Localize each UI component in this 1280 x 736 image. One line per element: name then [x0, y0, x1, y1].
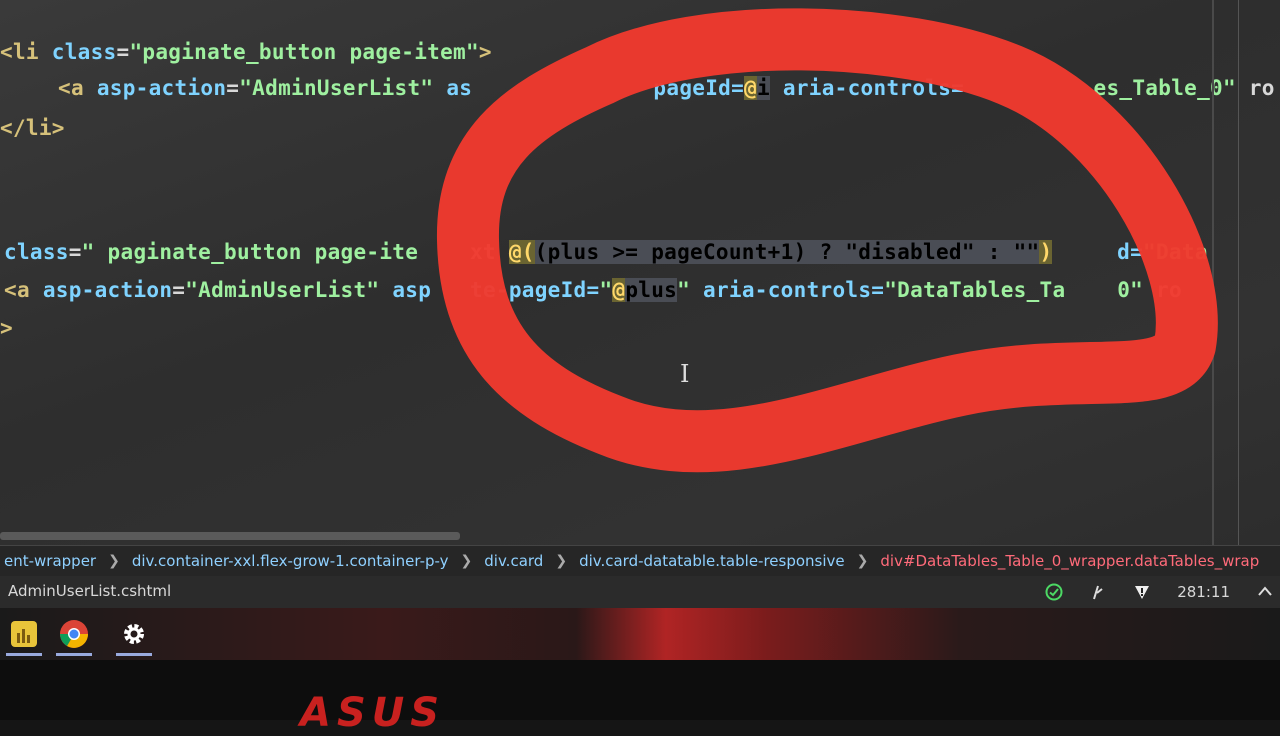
- chevron-right-icon: ❯: [555, 553, 568, 569]
- code-token: asp: [379, 278, 432, 302]
- breadcrumb: ent-wrapper ❯ div.container-xxl.flex-gro…: [0, 545, 1280, 576]
- code-token: ro: [1235, 76, 1275, 100]
- code-token: xt: [418, 240, 509, 264]
- code-token: @(: [508, 240, 535, 264]
- monitor-brand-logo: ASUS: [300, 690, 446, 736]
- code-token: te-pageId=: [431, 278, 600, 302]
- app-launcher-icon: [11, 621, 37, 647]
- code-token: " paginate_button page-ite: [81, 240, 419, 264]
- code-token: aria-controls=: [690, 278, 885, 302]
- code-token: </li>: [0, 116, 65, 140]
- editor-right-margin: [1238, 0, 1239, 545]
- chevron-right-icon: ❯: [856, 553, 869, 569]
- code-token: aria-controls=: [769, 76, 965, 100]
- active-indicator: [56, 653, 92, 656]
- code-token: "paginate_button page-item": [129, 40, 479, 64]
- status-bar: AdminUserList.cshtml 281:11: [0, 576, 1280, 608]
- code-token: <li: [0, 40, 52, 64]
- code-token: ): [1039, 240, 1053, 264]
- code-token: (plus >= pageCount+1) ? "disabled" : "": [534, 240, 1040, 264]
- indent-guide: [1212, 0, 1214, 545]
- taskbar-settings[interactable]: [110, 612, 158, 656]
- code-line[interactable]: <a asp-action="AdminUserList" as pageId=…: [58, 76, 1275, 100]
- chevron-right-icon: ❯: [460, 553, 473, 569]
- code-token: @: [612, 278, 626, 302]
- code-token: <a: [4, 278, 43, 302]
- breadcrumb-item[interactable]: ent-wrapper: [0, 552, 100, 570]
- code-token: =: [226, 76, 240, 100]
- breadcrumb-item[interactable]: div.container-xxl.flex-grow-1.container-…: [128, 552, 453, 570]
- code-token: asp-action: [96, 76, 227, 100]
- code-token: plus: [625, 278, 678, 302]
- check-circle-icon[interactable]: [1045, 583, 1063, 601]
- code-editor[interactable]: <li class="paginate_button page-item"> <…: [0, 0, 1280, 545]
- code-token: ro: [1143, 278, 1182, 302]
- code-token: "Data: [1143, 240, 1208, 264]
- code-token: "AdminUserList": [239, 76, 434, 100]
- monitor-screen: <li class="paginate_button page-item"> <…: [0, 0, 1280, 660]
- code-line[interactable]: <li class="paginate_button page-item">: [0, 40, 492, 64]
- code-token: @: [744, 76, 757, 100]
- code-token: =: [68, 240, 82, 264]
- code-token: =: [172, 278, 186, 302]
- monitor-bezel: [0, 660, 1280, 720]
- text-cursor-icon: I: [680, 360, 690, 388]
- code-line[interactable]: </li>: [0, 116, 65, 140]
- cursor-position[interactable]: 281:11: [1177, 583, 1230, 601]
- taskbar-chrome[interactable]: [50, 612, 98, 656]
- chrome-icon: [60, 620, 88, 648]
- breadcrumb-item[interactable]: div.card-datatable.table-responsive: [575, 552, 849, 570]
- code-token: "DataTables_Ta 0": [884, 278, 1144, 302]
- horizontal-scrollbar[interactable]: [0, 532, 460, 540]
- code-token: ": [599, 278, 613, 302]
- breadcrumb-item-current[interactable]: div#DataTables_Table_0_wrapper.dataTable…: [876, 552, 1263, 570]
- taskbar: [0, 608, 1280, 660]
- power-save-icon[interactable]: [1089, 583, 1107, 601]
- code-token: <a: [58, 76, 97, 100]
- code-token: class: [51, 40, 117, 64]
- code-token: >: [478, 40, 492, 64]
- code-line[interactable]: <a asp-action="AdminUserList" asp te-pag…: [4, 278, 1182, 302]
- code-token: es_Table_0": [964, 76, 1236, 100]
- code-token: >: [0, 316, 13, 340]
- code-line[interactable]: class=" paginate_button page-ite xt @((p…: [4, 240, 1208, 264]
- code-token: class: [4, 240, 69, 264]
- taskbar-app-launcher[interactable]: [0, 612, 48, 656]
- breadcrumb-item[interactable]: div.card: [480, 552, 547, 570]
- active-indicator: [6, 653, 42, 656]
- code-token: =: [116, 40, 130, 64]
- chevron-right-icon: ❯: [108, 553, 120, 569]
- code-token: "AdminUserList": [185, 278, 380, 302]
- code-token: asp-action: [42, 278, 173, 302]
- active-indicator: [116, 653, 152, 656]
- code-token: pageId=: [472, 76, 745, 100]
- gear-icon: [124, 624, 144, 644]
- code-token: d=: [1052, 240, 1144, 264]
- file-tab-label[interactable]: AdminUserList.cshtml: [8, 582, 171, 600]
- code-token: ": [677, 278, 691, 302]
- memory-indicator-icon[interactable]: [1256, 583, 1274, 601]
- code-line[interactable]: >: [0, 316, 13, 340]
- code-token: i: [757, 76, 770, 100]
- inspection-warning-icon[interactable]: [1133, 583, 1151, 601]
- code-token: as: [433, 76, 473, 100]
